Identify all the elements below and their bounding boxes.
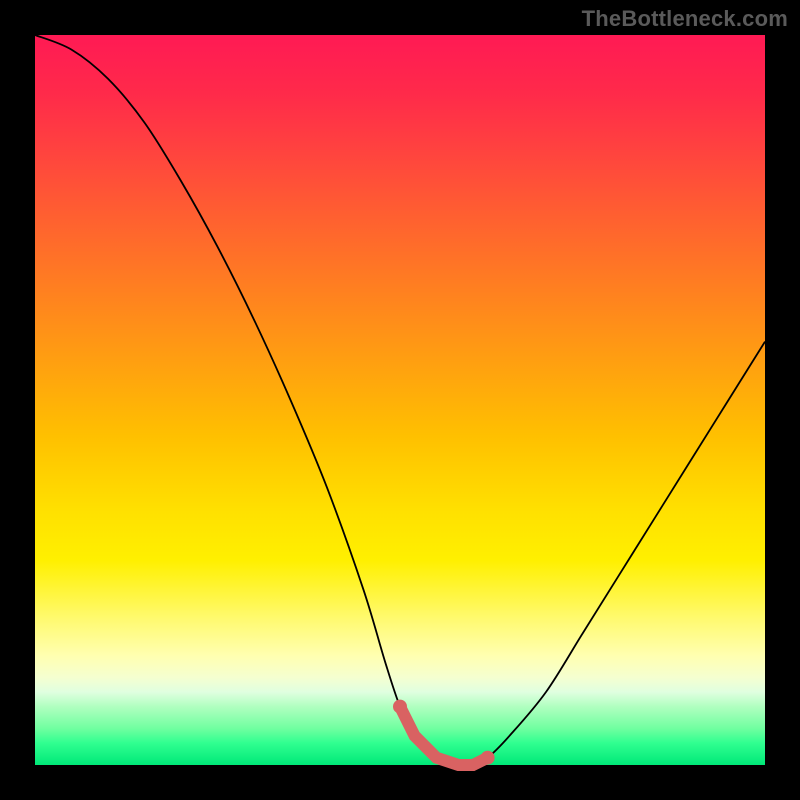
highlight-segment — [400, 707, 488, 765]
curve-svg — [35, 35, 765, 765]
chart-container: TheBottleneck.com — [0, 0, 800, 800]
highlight-dot-start — [393, 700, 407, 714]
highlight-dot-end — [481, 751, 495, 765]
bottleneck-curve — [35, 35, 765, 766]
watermark-text: TheBottleneck.com — [582, 6, 788, 32]
plot-area — [35, 35, 765, 765]
